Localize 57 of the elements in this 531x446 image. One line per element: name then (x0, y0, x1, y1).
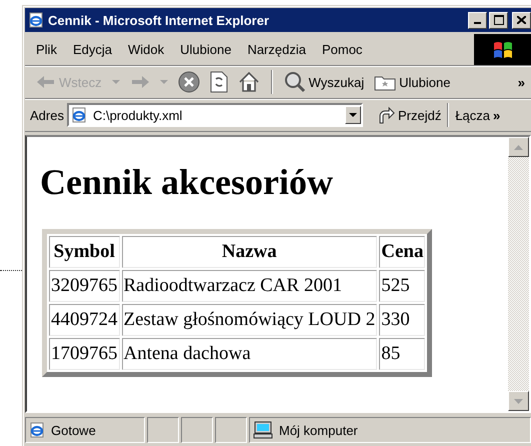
address-label: Adres (30, 108, 64, 122)
table-cell: 1709765 (49, 338, 120, 370)
scrollbar[interactable] (508, 137, 529, 411)
browser-icon (70, 107, 87, 123)
status-panel (181, 417, 213, 443)
curved-arrow-icon (376, 106, 395, 124)
status-text: Gotowe (51, 422, 96, 438)
browser-icon (28, 12, 44, 28)
table-cell: Radioodtwarzacz CAR 2001 (122, 270, 378, 302)
forward-arrow-icon (130, 74, 150, 90)
back-arrow-icon (36, 74, 56, 90)
browser-icon (29, 422, 45, 438)
window-title: Cennik - Microsoft Internet Explorer (48, 12, 270, 28)
table-cell: 3209765 (49, 270, 120, 302)
maximize-button[interactable] (489, 12, 508, 28)
dropdown-button[interactable] (344, 106, 361, 124)
go-button[interactable]: Przejdź (372, 106, 446, 124)
search-icon (284, 71, 306, 93)
links-button[interactable]: Łącza (455, 108, 490, 122)
table-cell: 330 (379, 304, 426, 336)
home-icon (238, 71, 260, 93)
column-header: Symbol (49, 236, 120, 268)
more-chevron[interactable]: » (514, 72, 531, 92)
stop-icon (178, 71, 200, 93)
search-button[interactable]: Wyszukaj (280, 69, 368, 95)
more-chevron[interactable]: » (493, 108, 500, 122)
refresh-icon (210, 71, 228, 93)
close-button[interactable] (512, 12, 531, 28)
zone-text: Mój komputer (279, 422, 358, 438)
table-cell: 525 (379, 270, 426, 302)
table-cell: 85 (379, 338, 426, 370)
scroll-up-button[interactable] (508, 137, 529, 157)
favorites-button[interactable]: Ulubione (371, 71, 454, 93)
table-cell: 4409724 (49, 304, 120, 336)
status-panel (215, 417, 247, 443)
down-caret-icon (514, 398, 523, 404)
scroll-down-button[interactable] (508, 391, 529, 411)
close-icon (517, 16, 526, 24)
menu-item[interactable]: Plik (31, 40, 62, 59)
table-cell: Zestaw głośnomówiący LOUD 2 (122, 304, 378, 336)
menu-item[interactable]: Pomoc (316, 40, 368, 59)
page-heading: Cennik akcesoriów (40, 161, 334, 203)
flag-icon (492, 40, 514, 60)
computer-icon (253, 421, 273, 439)
menu-item[interactable]: Ulubione (175, 40, 236, 59)
column-header: Nazwa (122, 236, 378, 268)
up-caret-icon (514, 144, 523, 150)
status-panel (147, 417, 179, 443)
table-cell: Antena dachowa (122, 338, 378, 370)
menu-item[interactable]: Widok (122, 40, 170, 59)
dropdown-caret-icon (348, 113, 357, 117)
menu-item[interactable]: Edycja (68, 40, 117, 59)
maximize-icon (494, 15, 504, 25)
column-header: Cena (379, 236, 426, 268)
address-field[interactable]: C:\produkty.xml (66, 103, 363, 127)
menu-item[interactable]: Narzędzia (242, 40, 311, 59)
minimize-button[interactable] (468, 12, 487, 28)
